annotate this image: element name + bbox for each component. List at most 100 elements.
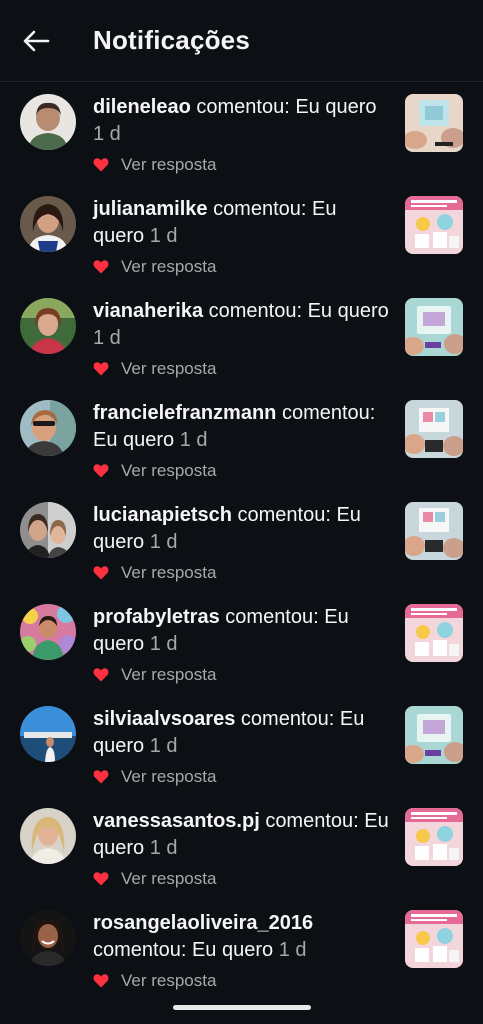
notification-item[interactable]: dileneleao comentou: Eu quero 1 d Ver re… xyxy=(0,82,483,184)
username[interactable]: profabyletras xyxy=(93,606,220,628)
notification-text: profabyletras comentou: Eu quero 1 d xyxy=(93,604,389,658)
avatar[interactable] xyxy=(20,298,76,354)
notification-text: francielefranzmann comentou: Eu quero 1 … xyxy=(93,400,389,454)
username[interactable]: silviaalvsoares xyxy=(93,708,235,730)
username[interactable]: francielefranzmann xyxy=(93,402,276,424)
heart-icon[interactable] xyxy=(93,565,109,581)
timestamp: 1 d xyxy=(149,837,178,859)
notification-item[interactable]: vianaherika comentou: Eu quero 1 d Ver r… xyxy=(0,286,483,388)
back-button[interactable] xyxy=(21,26,51,56)
heart-icon[interactable] xyxy=(93,463,109,479)
top-bar: Notificações xyxy=(0,0,483,82)
notification-list: dileneleao comentou: Eu quero 1 d Ver re… xyxy=(0,82,483,1000)
notification-item[interactable]: lucianapietsch comentou: Eu quero 1 d Ve… xyxy=(0,490,483,592)
comment-text: Eu quero xyxy=(295,96,377,118)
action-text: comentou: xyxy=(93,939,187,961)
heart-icon[interactable] xyxy=(93,973,109,989)
heart-icon[interactable] xyxy=(93,769,109,785)
post-thumbnail[interactable] xyxy=(405,910,463,968)
timestamp: 1 d xyxy=(149,633,178,655)
post-thumbnail[interactable] xyxy=(405,502,463,560)
username[interactable]: vianaherika xyxy=(93,300,203,322)
timestamp: 1 d xyxy=(149,225,178,247)
notification-item[interactable]: francielefranzmann comentou: Eu quero 1 … xyxy=(0,388,483,490)
notification-item[interactable]: julianamilke comentou: Eu quero 1 d Ver … xyxy=(0,184,483,286)
action-text: comentou: xyxy=(196,96,290,118)
avatar[interactable] xyxy=(20,502,76,558)
post-thumbnail[interactable] xyxy=(405,196,463,254)
timestamp: 1 d xyxy=(93,327,121,349)
notification-item[interactable]: rosangelaoliveira_2016 comentou: Eu quer… xyxy=(0,898,483,1000)
view-reply-button[interactable]: Ver resposta xyxy=(93,155,216,175)
avatar[interactable] xyxy=(20,400,76,456)
post-thumbnail[interactable] xyxy=(405,400,463,458)
timestamp: 1 d xyxy=(149,735,178,757)
username[interactable]: julianamilke xyxy=(93,198,208,220)
view-reply-label: Ver resposta xyxy=(121,869,217,888)
post-thumbnail[interactable] xyxy=(405,604,463,662)
username[interactable]: rosangelaoliveira_2016 xyxy=(93,912,313,934)
view-reply-label: Ver resposta xyxy=(121,461,217,480)
heart-icon[interactable] xyxy=(93,667,109,683)
heart-icon[interactable] xyxy=(93,157,109,173)
view-reply-button[interactable]: Ver resposta xyxy=(93,257,216,277)
notification-text: vianaherika comentou: Eu quero 1 d xyxy=(93,298,389,352)
view-reply-label: Ver resposta xyxy=(121,257,217,276)
avatar[interactable] xyxy=(20,94,76,150)
action-text: comentou: xyxy=(240,708,335,730)
arrow-left-icon xyxy=(23,30,50,51)
comment-text: Eu quero xyxy=(93,429,175,451)
username[interactable]: vanessasantos.pj xyxy=(93,810,260,832)
view-reply-button[interactable]: Ver resposta xyxy=(93,971,216,991)
post-thumbnail[interactable] xyxy=(405,298,463,356)
heart-icon[interactable] xyxy=(93,259,109,275)
view-reply-label: Ver resposta xyxy=(121,563,217,582)
comment-text: Eu quero xyxy=(307,300,389,322)
view-reply-button[interactable]: Ver resposta xyxy=(93,461,216,481)
view-reply-button[interactable]: Ver resposta xyxy=(93,563,216,583)
comment-text: Eu quero xyxy=(191,939,274,961)
notification-text: vanessasantos.pj comentou: Eu quero 1 d xyxy=(93,808,389,862)
heart-icon[interactable] xyxy=(93,361,109,377)
action-text: comentou: xyxy=(225,606,319,628)
view-reply-button[interactable]: Ver resposta xyxy=(93,869,216,889)
avatar[interactable] xyxy=(20,706,76,762)
post-thumbnail[interactable] xyxy=(405,808,463,866)
notification-text: rosangelaoliveira_2016 comentou: Eu quer… xyxy=(93,910,389,964)
notification-text: dileneleao comentou: Eu quero 1 d xyxy=(93,94,389,148)
notification-item[interactable]: vanessasantos.pj comentou: Eu quero 1 d … xyxy=(0,796,483,898)
timestamp: 1 d xyxy=(93,123,121,145)
notification-item[interactable]: profabyletras comentou: Eu quero 1 d Ver… xyxy=(0,592,483,694)
avatar[interactable] xyxy=(20,910,76,966)
avatar[interactable] xyxy=(20,604,76,660)
post-thumbnail[interactable] xyxy=(405,94,463,152)
avatar[interactable] xyxy=(20,196,76,252)
action-text: comentou: xyxy=(237,504,331,526)
page-title: Notificações xyxy=(93,25,251,55)
view-reply-label: Ver resposta xyxy=(121,971,217,990)
view-reply-label: Ver resposta xyxy=(121,155,217,174)
timestamp: 1 d xyxy=(149,531,178,553)
username[interactable]: lucianapietsch xyxy=(93,504,232,526)
view-reply-label: Ver resposta xyxy=(121,359,217,378)
view-reply-label: Ver resposta xyxy=(121,767,217,786)
heart-icon[interactable] xyxy=(93,871,109,887)
action-text: comentou: xyxy=(213,198,307,220)
notification-text: julianamilke comentou: Eu quero 1 d xyxy=(93,196,389,250)
action-text: comentou: xyxy=(281,402,376,424)
post-thumbnail[interactable] xyxy=(405,706,463,764)
notification-text: silviaalvsoares comentou: Eu quero 1 d xyxy=(93,706,389,760)
view-reply-button[interactable]: Ver resposta xyxy=(93,665,216,685)
view-reply-button[interactable]: Ver resposta xyxy=(93,767,216,787)
notification-text: lucianapietsch comentou: Eu quero 1 d xyxy=(93,502,389,556)
username[interactable]: dileneleao xyxy=(93,96,191,118)
avatar[interactable] xyxy=(20,808,76,864)
action-text: comentou: xyxy=(208,300,303,322)
action-text: comentou: xyxy=(265,810,359,832)
timestamp: 1 d xyxy=(278,939,307,961)
timestamp: 1 d xyxy=(179,429,208,451)
view-reply-label: Ver resposta xyxy=(121,665,217,684)
view-reply-button[interactable]: Ver resposta xyxy=(93,359,216,379)
notification-item[interactable]: silviaalvsoares comentou: Eu quero 1 d V… xyxy=(0,694,483,796)
home-indicator[interactable] xyxy=(173,1005,311,1010)
